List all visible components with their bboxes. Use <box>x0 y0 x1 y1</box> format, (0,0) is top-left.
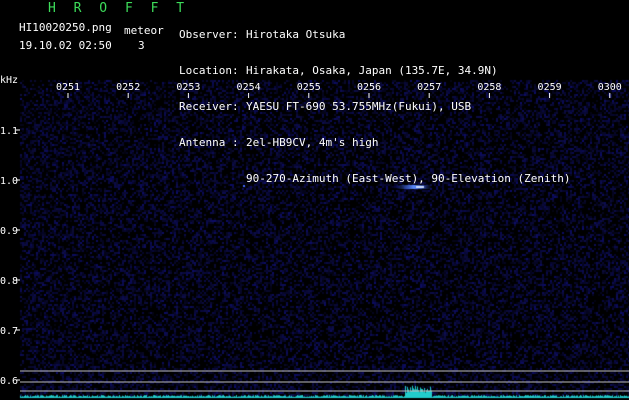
y-tick-label: 1.1 <box>0 126 18 137</box>
x-tick-label: 0253 <box>176 82 200 93</box>
x-tick-label: 0252 <box>116 82 140 93</box>
y-tick-label: 0.9 <box>0 226 18 237</box>
x-tick-label: 0259 <box>538 82 562 93</box>
y-tick-label: 0.6 <box>0 376 18 387</box>
y-tick-label: 1.0 <box>0 176 18 187</box>
y-tick-label: 0.7 <box>0 326 18 337</box>
x-tick-label: 0251 <box>56 82 80 93</box>
x-tick-label: 0256 <box>357 82 381 93</box>
y-axis-unit-label: kHz <box>0 75 18 86</box>
x-tick-label: 0255 <box>297 82 321 93</box>
y-tick-label: 0.8 <box>0 276 18 287</box>
x-tick-label: 0254 <box>237 82 261 93</box>
x-tick-label: 0300 <box>598 82 622 93</box>
spectrogram-axes: kHz 0251 0252 0253 0254 0255 0256 0257 0258 0259 0… <box>0 75 629 392</box>
x-tick-label: 0257 <box>417 82 441 93</box>
x-tick-label: 0258 <box>477 82 501 93</box>
